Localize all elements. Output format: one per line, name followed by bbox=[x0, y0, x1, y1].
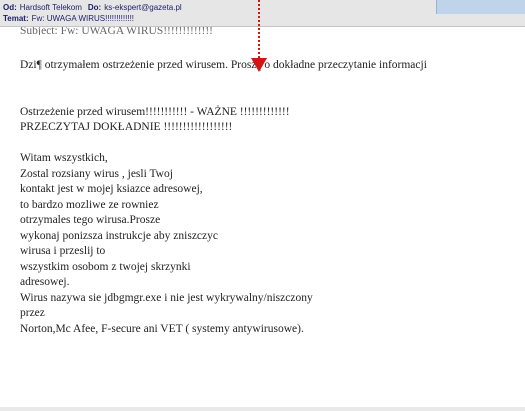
body-line: wszystkim osobom z twojej skrzynki bbox=[20, 260, 191, 273]
intro-line: Dzi¶ otrzymałem ostrzeżenie przed wiruse… bbox=[20, 59, 427, 71]
warning-line-2: PRZECZYTAJ DOKŁADNIE !!!!!!!!!!!!!!!!!! bbox=[20, 121, 233, 133]
body-line: otrzymales tego wirusa.Prosze bbox=[20, 214, 161, 226]
body-line: to bardzo mozliwe ze rowniez bbox=[20, 198, 159, 211]
from-value: Hardsoft Telekom bbox=[19, 3, 82, 12]
body-line: wirusa i przeslij to bbox=[20, 245, 106, 257]
body-line: kontakt jest w mojej ksiazce adresowej, bbox=[20, 183, 203, 195]
body-line: Norton,Mc Afee, F-secure ani VET ( syste… bbox=[20, 322, 304, 335]
body-line: wykonaj ponizsza instrukcje aby zniszczy… bbox=[20, 229, 218, 242]
subject-label: Temat: bbox=[3, 14, 29, 23]
subject-value: Fw: UWAGA WIRUS!!!!!!!!!!!!! bbox=[31, 14, 135, 23]
header-from-to-row: Od: Hardsoft Telekom Do: ks-ekspert@gazeta.… bbox=[3, 3, 182, 13]
body-line: Witam wszystkich, bbox=[20, 152, 108, 164]
warning-line-1: Ostrzeżenie przed wirusem!!!!!!!!!!! - W… bbox=[20, 105, 290, 118]
window-titlebar-fragment bbox=[436, 0, 525, 14]
body-line: Wirus nazywa sie jdbgmgr.exe i nie jest … bbox=[20, 291, 313, 304]
email-body: Dzi¶ otrzymałem ostrzeżenie przed wiruse… bbox=[20, 27, 520, 337]
body-line: przez bbox=[20, 307, 45, 319]
to-value: ks-ekspert@gazeta.pl bbox=[104, 3, 182, 12]
annotation-arrow-line bbox=[258, 0, 260, 62]
annotation-arrow-head-icon bbox=[251, 58, 267, 72]
to-label: Do: bbox=[87, 3, 102, 12]
header-subject-row: Temat: Fw: UWAGA WIRUS!!!!!!!!!!!!! bbox=[3, 14, 134, 24]
body-line: adresowej. bbox=[20, 276, 70, 288]
email-header: Od: Hardsoft Telekom Do: ks-ekspert@gazeta.… bbox=[0, 0, 525, 27]
bottom-edge bbox=[0, 407, 525, 411]
body-line: Zostal rozsiany wirus , jesli Twoj bbox=[20, 167, 173, 180]
from-label: Od: bbox=[3, 3, 17, 12]
